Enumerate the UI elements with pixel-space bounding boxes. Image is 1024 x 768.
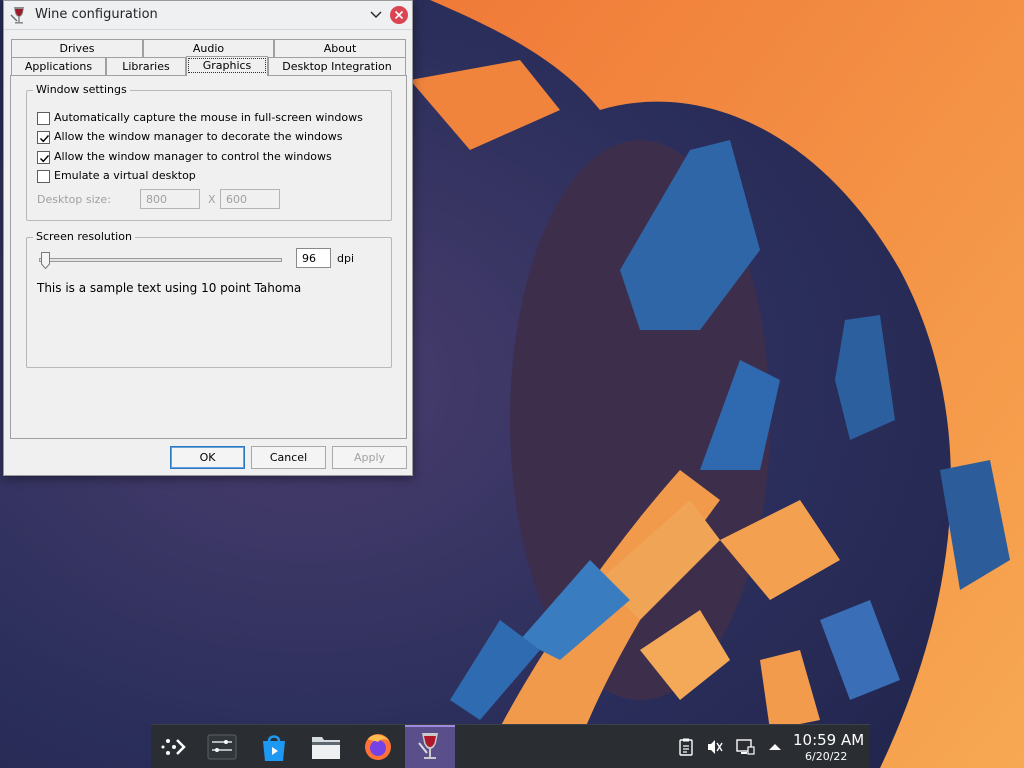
tab-applications[interactable]: Applications [11,57,106,75]
desktop-size-label: Desktop size: [37,193,111,206]
dpi-input[interactable]: 96 [296,248,331,268]
firefox-button[interactable] [358,729,398,765]
volume-muted-icon[interactable] [705,737,725,757]
option-label: Emulate a virtual desktop [54,169,196,182]
discover-store-icon [263,735,285,761]
wine-configuration-window: Wine configuration Drives Audio About Ap… [3,0,413,476]
wine-configuration-task[interactable] [405,725,455,768]
expand-tray-icon[interactable] [765,737,785,757]
application-launcher-icon [161,739,186,755]
minimize-button[interactable] [368,7,384,23]
tab-label: Libraries [122,60,170,73]
taskbar: 10:59 AM 6/20/22 [151,724,870,768]
clipboard-icon[interactable] [676,737,696,757]
active-indicator [405,725,455,727]
system-settings-button[interactable] [202,729,242,765]
checkmark-icon [40,155,50,163]
window-title: Wine configuration [35,7,158,22]
tab-label: Applications [24,60,93,73]
graphics-tab-panel: Window settings Automatically capture th… [10,75,407,439]
wine-glass-icon [9,5,29,25]
application-launcher-button[interactable] [155,729,195,765]
close-button[interactable] [390,6,408,24]
firefox-icon [365,734,391,760]
sample-text: This is a sample text using 10 point Tah… [37,281,302,295]
tab-label: About [323,42,357,55]
tab-desktop-integration[interactable]: Desktop Integration [268,57,406,75]
tab-audio[interactable]: Audio [143,39,274,57]
group-title: Window settings [33,83,130,96]
network-wired-icon[interactable] [735,737,755,757]
file-manager-button[interactable] [306,729,346,765]
discover-store-button[interactable] [254,729,294,765]
tab-graphics[interactable]: Graphics [186,56,268,76]
close-icon [394,10,404,20]
option-label: Allow the window manager to decorate the… [54,130,343,143]
tab-label: Audio [192,42,225,55]
system-settings-icon [207,734,237,760]
clock-date[interactable]: 6/20/22 [805,750,847,763]
tab-label: Drives [59,42,95,55]
window-titlebar[interactable]: Wine configuration [4,1,412,30]
group-title: Screen resolution [33,230,135,243]
tab-about[interactable]: About [274,39,406,57]
option-label: Allow the window manager to control the … [54,150,332,163]
wine-icon [418,733,438,759]
screen-resolution-group: Screen resolution 96 dpi This is a sampl… [26,230,392,368]
size-separator: X [208,193,216,206]
option-label: Automatically capture the mouse in full-… [54,111,363,124]
apply-button[interactable]: Apply [332,446,407,469]
capture-mouse-checkbox[interactable] [37,112,50,125]
window-settings-group: Window settings Automatically capture th… [26,83,392,221]
cancel-button[interactable]: Cancel [251,446,326,469]
ok-button[interactable]: OK [170,446,245,469]
clock-time[interactable]: 10:59 AM [793,731,864,749]
dpi-unit-label: dpi [337,252,355,265]
desktop-width-input: 800 [140,189,200,209]
virtual-desktop-checkbox[interactable] [37,170,50,183]
tab-drives[interactable]: Drives [11,39,143,57]
dolphin-file-manager-icon [312,737,340,759]
tab-label: Graphics [187,58,267,73]
dpi-slider-handle[interactable] [41,252,50,270]
tab-label: Desktop Integration [282,60,392,73]
tab-libraries[interactable]: Libraries [106,57,186,75]
checkmark-icon [40,135,50,143]
chevron-down-icon [370,11,382,18]
desktop-height-input: 600 [220,189,280,209]
control-windows-checkbox[interactable] [37,151,50,164]
decorate-windows-checkbox[interactable] [37,131,50,144]
dpi-slider-track[interactable] [39,258,282,262]
